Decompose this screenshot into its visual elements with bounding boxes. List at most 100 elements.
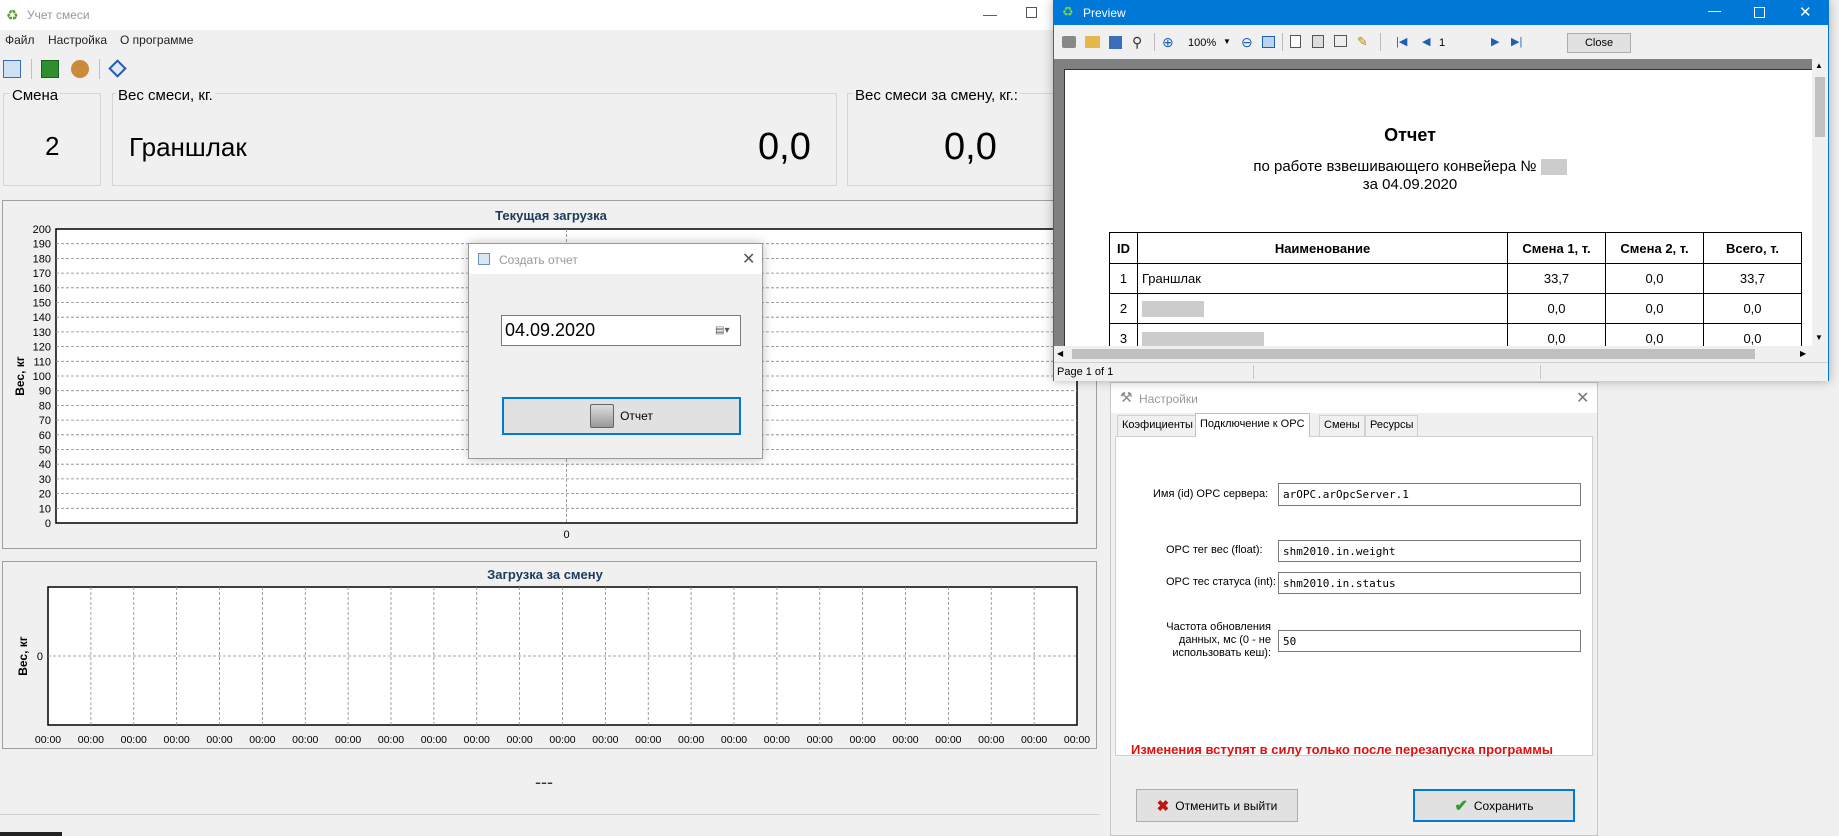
cell-shift1: 0,0: [1507, 323, 1606, 346]
x-tick-label: 00:00: [378, 734, 404, 746]
x-tick-label: 00:00: [163, 734, 189, 746]
preview-close-button[interactable]: Close: [1567, 33, 1631, 53]
maximize-icon[interactable]: [1754, 7, 1765, 18]
server-value: arOPC.arOpcServer.1: [1283, 488, 1409, 501]
y-tick-label: 110: [33, 356, 51, 368]
update-label-line-2: данных, мс (0 - не: [1178, 634, 1271, 646]
scroll-up-icon[interactable]: ▲: [1815, 61, 1823, 70]
copy-icon[interactable]: [3, 60, 21, 78]
prev-page-icon[interactable]: ◀: [1422, 35, 1430, 48]
chevron-down-icon[interactable]: ▼: [1223, 37, 1231, 46]
preview-title-bar[interactable]: ♻ Preview — ✕: [1054, 1, 1828, 25]
scroll-thumb[interactable]: [1815, 77, 1825, 137]
cell-shift1: 0,0: [1507, 293, 1606, 324]
minimize-icon[interactable]: —: [983, 6, 997, 22]
cancel-exit-button[interactable]: ✖ Отменить и выйти: [1136, 789, 1298, 822]
zoom-in-icon[interactable]: ⊕: [1162, 34, 1174, 51]
tab-shifts[interactable]: Смены: [1319, 415, 1365, 436]
save-button[interactable]: ✔ Сохранить: [1413, 789, 1575, 822]
x-tick-label: 00:00: [335, 734, 361, 746]
minimize-icon[interactable]: —: [1708, 3, 1721, 18]
mix-weight-panel: Вес смеси, кг. Граншлак 0,0: [112, 87, 837, 186]
page-number-input[interactable]: 1: [1439, 37, 1475, 49]
scroll-right-icon[interactable]: ▶: [1800, 349, 1806, 358]
zoom-select[interactable]: 100%: [1188, 37, 1216, 49]
scroll-down-icon[interactable]: ▼: [1815, 333, 1823, 342]
printer-icon: [590, 404, 615, 428]
toolbar-separator: [1154, 33, 1155, 51]
page-width-icon[interactable]: [1262, 36, 1275, 48]
diamond-icon[interactable]: [108, 59, 127, 78]
zoom-out-icon[interactable]: ⊖: [1241, 34, 1253, 51]
shift-load-chart-panel: Загрузка за смену 0 00:00 00:00 00:00 00:00 00…: [2, 561, 1097, 749]
menu-file[interactable]: Файл: [5, 33, 35, 47]
vertical-scrollbar[interactable]: ▲ ▼: [1812, 59, 1828, 346]
recycle-icon: ♻: [6, 7, 19, 23]
status-text: ---: [535, 772, 553, 792]
maximize-icon[interactable]: [1026, 7, 1037, 18]
open-folder-icon[interactable]: [1085, 36, 1100, 48]
server-label: Имя (id) OPC сервера:: [1153, 488, 1269, 500]
x-tick-label: 00:00: [764, 734, 790, 746]
menu-settings[interactable]: Настройка: [48, 33, 107, 47]
close-icon[interactable]: ✕: [742, 249, 755, 269]
report-date-picker[interactable]: 04.09.2020 ▤▾: [501, 315, 741, 346]
dialog-title-bar[interactable]: Создать отчет ✕: [469, 244, 762, 274]
shift-load-chart: Загрузка за смену 0 00:00 00:00 00:00 00:00 00…: [16, 567, 1090, 746]
tool-icon[interactable]: [71, 60, 89, 78]
update-interval-input[interactable]: 50: [1278, 630, 1581, 652]
server-input[interactable]: arOPC.arOpcServer.1: [1278, 483, 1581, 506]
x-tick-label: 00:00: [592, 734, 618, 746]
status-tag-input[interactable]: shm2010.in.status: [1278, 572, 1581, 594]
main-title-bar[interactable]: ♻ Учет смеси —: [0, 0, 1100, 30]
tab-opc-connection[interactable]: Подключение к OPC: [1195, 413, 1310, 437]
close-icon[interactable]: ✕: [1576, 388, 1589, 408]
last-page-icon[interactable]: ▶|: [1511, 35, 1522, 48]
x-tick-label: 00:00: [892, 734, 918, 746]
tab-coefficients[interactable]: Коэфициенты: [1117, 415, 1198, 436]
refresh-icon[interactable]: [41, 60, 59, 78]
close-icon[interactable]: ✕: [1799, 3, 1812, 21]
settings-title-bar[interactable]: ⚒ Настройки ✕: [1111, 383, 1597, 413]
horizontal-scrollbar[interactable]: ◀ ▶: [1054, 346, 1812, 362]
next-page-icon[interactable]: ▶: [1491, 35, 1499, 48]
print-icon[interactable]: [1062, 36, 1076, 48]
x-tick-label: 00:00: [1064, 734, 1090, 746]
tab-resources[interactable]: Ресурсы: [1365, 415, 1419, 436]
menu-about[interactable]: О программе: [120, 33, 193, 47]
shift-weight-label: Вес смеси за смену, кг.:: [853, 87, 1020, 104]
book-icon[interactable]: [1334, 35, 1347, 47]
scroll-left-icon[interactable]: ◀: [1057, 349, 1063, 358]
header-total: Всего, т.: [1703, 232, 1802, 264]
cell-shift1: 33,7: [1507, 263, 1606, 294]
save-label: Сохранить: [1473, 798, 1534, 813]
x-tick-label: 00:00: [249, 734, 275, 746]
x-tick-label: 00:00: [807, 734, 833, 746]
bottom-dark-strip: [0, 832, 62, 836]
cell-total: 0,0: [1703, 293, 1802, 324]
report-date-value: 04.09.2020: [505, 320, 596, 340]
preview-toolbar: ⚲ ⊕ 100% ▼ ⊖ ✎ |◀ ◀ 1 ▶ ▶| Close: [1054, 25, 1828, 59]
table-header-row: ID Наименование Смена 1, т. Смена 2, т. …: [1109, 232, 1802, 264]
find-icon[interactable]: ⚲: [1132, 34, 1142, 51]
page-status: Page 1 of 1: [1057, 366, 1114, 378]
report-date: за 04.09.2020: [1362, 176, 1458, 193]
x-tick-label: 00:00: [721, 734, 747, 746]
y-tick-label: 120: [33, 342, 51, 354]
save-icon[interactable]: [1109, 36, 1122, 49]
mix-weight-value: 0,0: [758, 126, 811, 168]
header-id: ID: [1109, 232, 1138, 264]
calendar-dropdown-icon[interactable]: ▤▾: [715, 325, 729, 336]
shift-panel: Смена 2: [3, 87, 101, 186]
x-tick-label: 00:00: [1021, 734, 1047, 746]
edit-icon[interactable]: ✎: [1357, 34, 1368, 50]
one-page-icon[interactable]: [1290, 35, 1301, 48]
two-pages-icon[interactable]: [1312, 35, 1324, 48]
first-page-icon[interactable]: |◀: [1396, 35, 1407, 48]
toolbar-separator: [1380, 33, 1381, 51]
weight-tag-input[interactable]: shm2010.in.weight: [1278, 540, 1581, 562]
report-button[interactable]: Отчет: [502, 397, 741, 435]
status-tag-value: shm2010.in.status: [1283, 576, 1396, 590]
scroll-thumb[interactable]: [1072, 349, 1755, 359]
header-shift1: Смена 1, т.: [1507, 232, 1606, 264]
